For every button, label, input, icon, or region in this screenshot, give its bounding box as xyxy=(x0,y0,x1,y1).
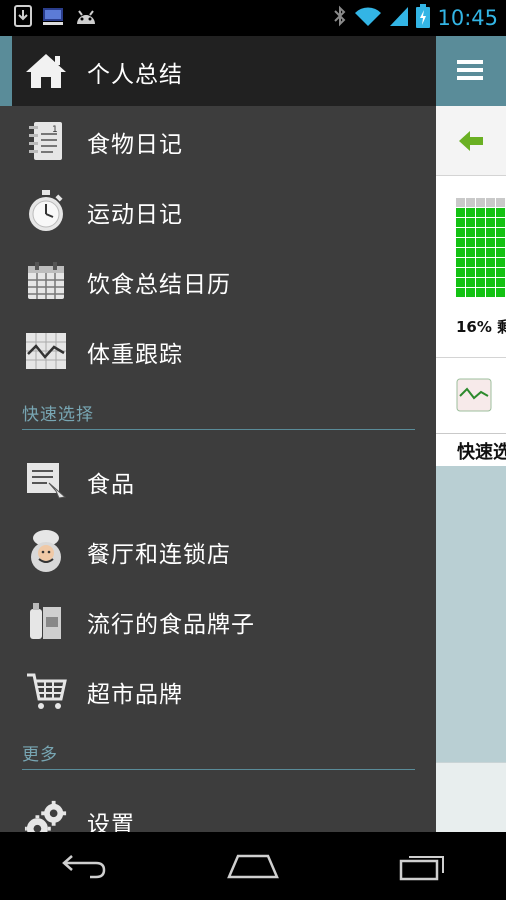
app-header xyxy=(436,36,506,106)
drawer-item-weight-tracking[interactable]: 体重跟踪 xyxy=(0,316,436,386)
quick-select-header: 快速选 xyxy=(436,434,506,466)
drawer-item-supermarket-brands[interactable]: 超市品牌 xyxy=(0,656,436,726)
battery-charging-icon xyxy=(416,4,431,32)
weight-chart-icon xyxy=(24,329,68,373)
bottom-panel xyxy=(436,762,506,832)
shopping-cart-icon xyxy=(24,669,68,713)
date-toolbar xyxy=(436,106,506,176)
calendar-icon xyxy=(24,259,68,303)
system-nav-bar xyxy=(0,832,506,900)
back-icon[interactable] xyxy=(44,841,124,891)
bluetooth-icon xyxy=(333,5,347,31)
navigation-drawer: 个人总结 1 食物日记 运动日记 饮食总结日历 体重跟踪 快速选择 食品 餐厅和… xyxy=(0,36,436,832)
download-icon xyxy=(14,5,32,31)
drawer-item-personal-summary[interactable]: 个人总结 xyxy=(0,36,436,106)
section-header-quick-select: 快速选择 xyxy=(22,396,415,430)
svg-text:1: 1 xyxy=(52,125,58,135)
wifi-icon xyxy=(354,5,382,31)
recents-icon[interactable] xyxy=(382,841,462,891)
background-app: 16% 剩 快速选 xyxy=(436,36,506,832)
weight-chart-icon xyxy=(456,378,492,416)
drawer-item-diet-calendar[interactable]: 饮食总结日历 xyxy=(0,246,436,316)
back-arrow-icon[interactable] xyxy=(458,130,484,156)
chef-icon xyxy=(24,529,68,573)
calorie-summary[interactable]: 16% 剩 xyxy=(436,176,506,358)
calorie-grid xyxy=(456,198,505,297)
drawer-item-food-diary[interactable]: 1 食物日记 xyxy=(0,106,436,176)
drawer-item-label: 体重跟踪 xyxy=(87,342,183,368)
notebook-icon: 1 xyxy=(24,119,68,163)
panasonic-app-icon xyxy=(42,5,64,31)
section-header-more: 更多 xyxy=(22,736,415,770)
drawer-item-exercise-diary[interactable]: 运动日记 xyxy=(0,176,436,246)
drawer-item-popular-brands[interactable]: 流行的食品牌子 xyxy=(0,586,436,656)
menu-icon[interactable] xyxy=(457,58,483,86)
stopwatch-icon xyxy=(24,189,68,233)
drawer-item-label: 饮食总结日历 xyxy=(87,272,231,298)
gears-icon xyxy=(24,799,68,832)
food-brands-icon xyxy=(24,599,68,643)
drawer-item-foods[interactable]: 食品 xyxy=(0,446,436,516)
home-icon xyxy=(24,49,68,93)
drawer-item-settings[interactable]: 设置 xyxy=(0,786,436,832)
drawer-item-label: 餐厅和连锁店 xyxy=(87,542,231,568)
status-time: 10:45 xyxy=(437,6,498,30)
drawer-item-label: 运动日记 xyxy=(87,202,183,228)
status-bar: 10:45 xyxy=(0,0,506,36)
signal-icon xyxy=(389,5,409,31)
drawer-item-label: 设置 xyxy=(87,812,135,832)
drawer-item-label: 食品 xyxy=(87,472,135,498)
food-list-icon xyxy=(24,459,68,503)
drawer-item-label: 个人总结 xyxy=(87,62,183,88)
drawer-item-label: 流行的食品牌子 xyxy=(87,612,255,638)
android-icon xyxy=(74,6,98,30)
drawer-item-label: 食物日记 xyxy=(87,132,183,158)
drawer-item-label: 超市品牌 xyxy=(87,682,183,708)
remaining-percent: 16% 剩 xyxy=(456,318,506,336)
weight-row[interactable] xyxy=(436,358,506,434)
home-icon[interactable] xyxy=(213,841,293,891)
drawer-item-restaurants[interactable]: 餐厅和连锁店 xyxy=(0,516,436,586)
